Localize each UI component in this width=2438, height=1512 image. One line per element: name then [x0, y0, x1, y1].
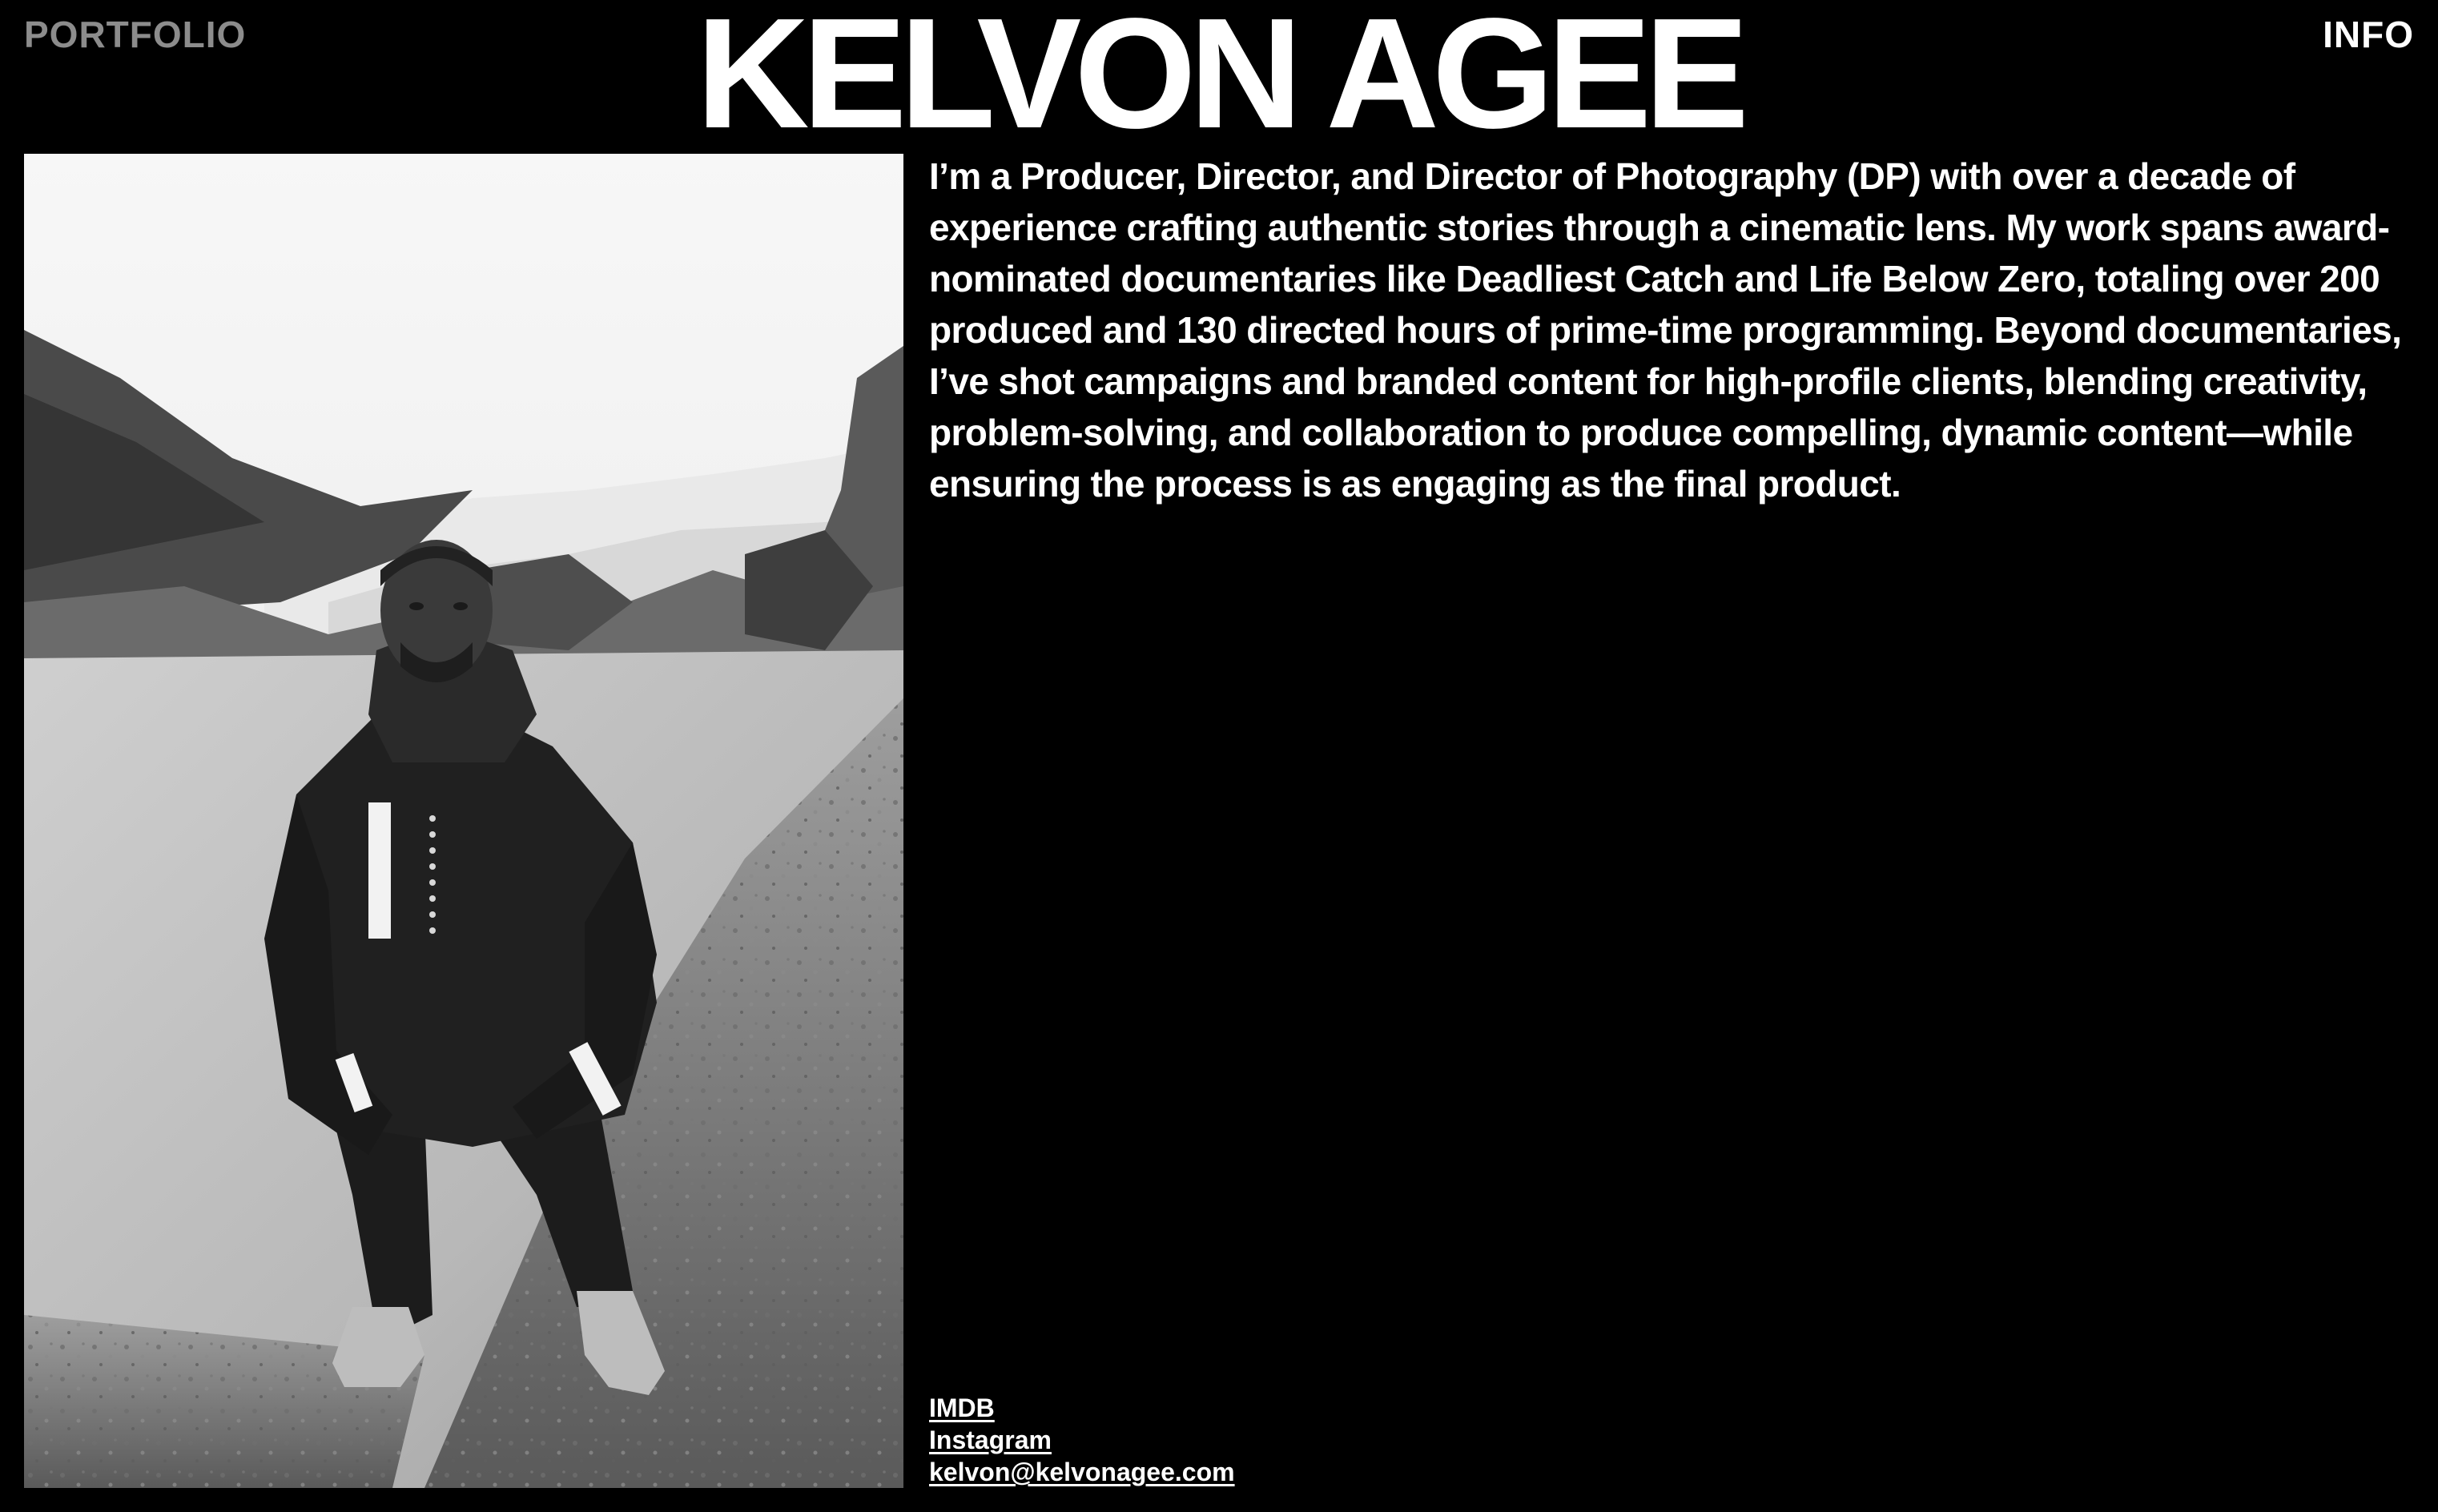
imdb-link[interactable]: IMDB	[929, 1392, 1235, 1424]
instagram-link[interactable]: Instagram	[929, 1424, 1235, 1456]
bio-text: I’m a Producer, Director, and Director o…	[929, 155, 2402, 505]
info-link[interactable]: INFO	[2323, 13, 2414, 56]
contact-links: IMDB Instagram kelvon@kelvonagee.com	[929, 1392, 1235, 1488]
portrait-photo	[24, 154, 903, 1488]
email-link[interactable]: kelvon@kelvonagee.com	[929, 1456, 1235, 1488]
site-title: KELVON AGEE	[696, 0, 1749, 161]
